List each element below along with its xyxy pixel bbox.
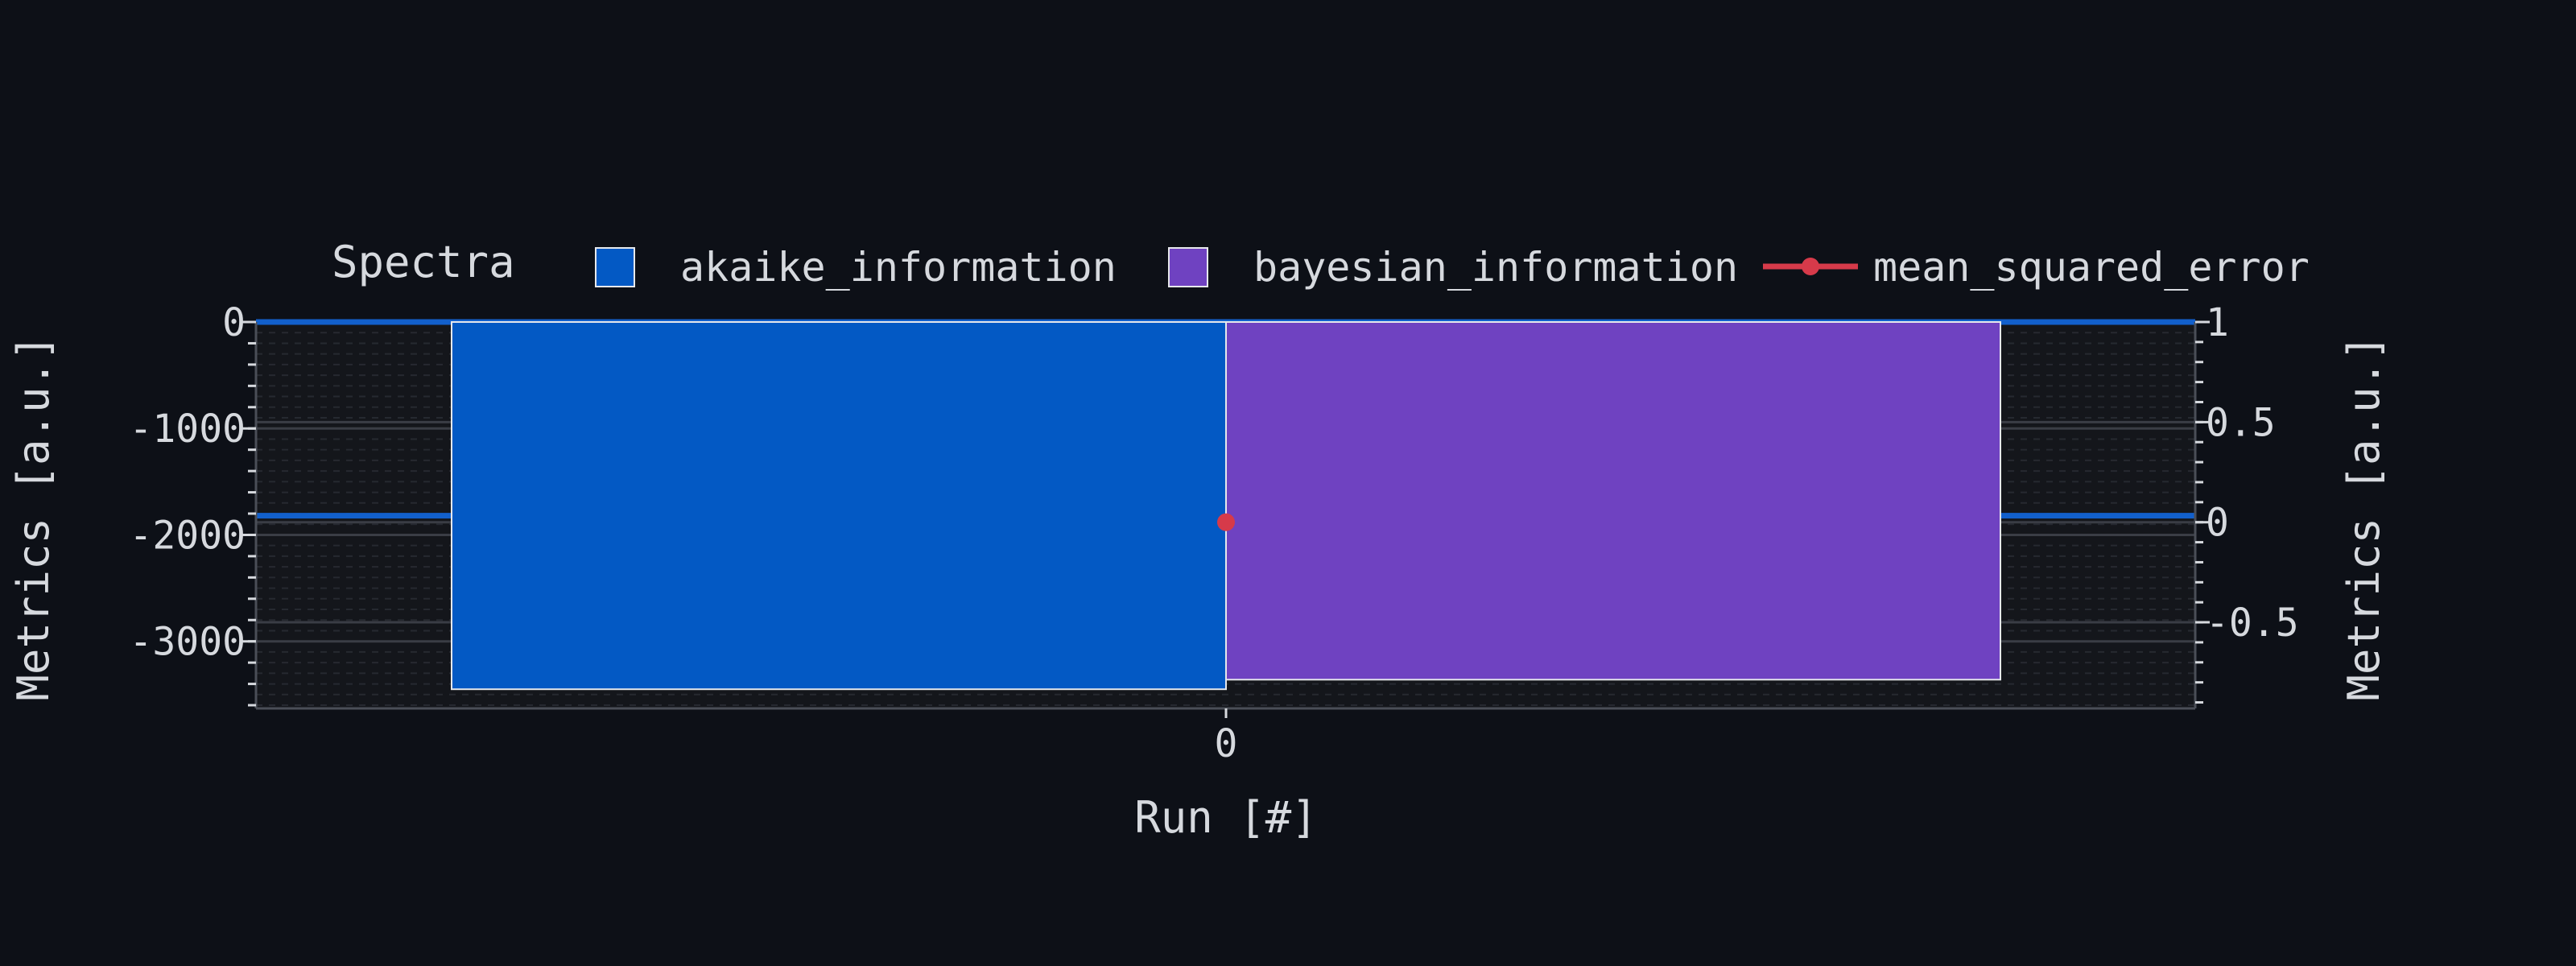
chart: 0 -1000 -2000 -3000 1 0.5 0 -0.5 0 akaike_inform… bbox=[8, 237, 2389, 843]
y2-tick-label: -0.5 bbox=[2206, 601, 2299, 646]
y2-tick-label: 0.5 bbox=[2206, 400, 2276, 445]
legend-swatch-bayesian-information bbox=[1168, 247, 1208, 287]
bar-bayesian-information bbox=[1225, 321, 2001, 681]
legend-label-akaike-information: akaike_information bbox=[680, 244, 1117, 291]
y-tick-label: 0 bbox=[222, 300, 246, 345]
point-mean-squared-error bbox=[1217, 513, 1235, 531]
bar-akaike-information bbox=[451, 321, 1227, 691]
legend-swatch-akaike-information bbox=[595, 247, 635, 287]
x-tick-label: 0 bbox=[1215, 721, 1238, 766]
y2-tick-label: 1 bbox=[2206, 300, 2229, 345]
y-tick-label: -3000 bbox=[130, 620, 246, 665]
legend-label-bayesian-information: bayesian_information bbox=[1253, 244, 1738, 291]
y2-axis-label: Metrics [a.u.] bbox=[2339, 334, 2389, 700]
legend-marker-mean-squared-error bbox=[1802, 258, 1819, 275]
y-tick-label: -1000 bbox=[130, 407, 246, 452]
y2-tick-label: 0 bbox=[2206, 501, 2229, 546]
y-tick-label: -2000 bbox=[130, 513, 246, 558]
y-axis-label: Metrics [a.u.] bbox=[8, 334, 59, 700]
bars bbox=[451, 321, 2001, 691]
legend-label-mean-squared-error: mean_squared_error bbox=[1873, 244, 2310, 291]
legend-title: Spectra bbox=[332, 237, 515, 287]
legend: akaike_information bayesian_information me… bbox=[595, 244, 2310, 291]
x-axis-label: Run [#] bbox=[1134, 792, 1318, 843]
